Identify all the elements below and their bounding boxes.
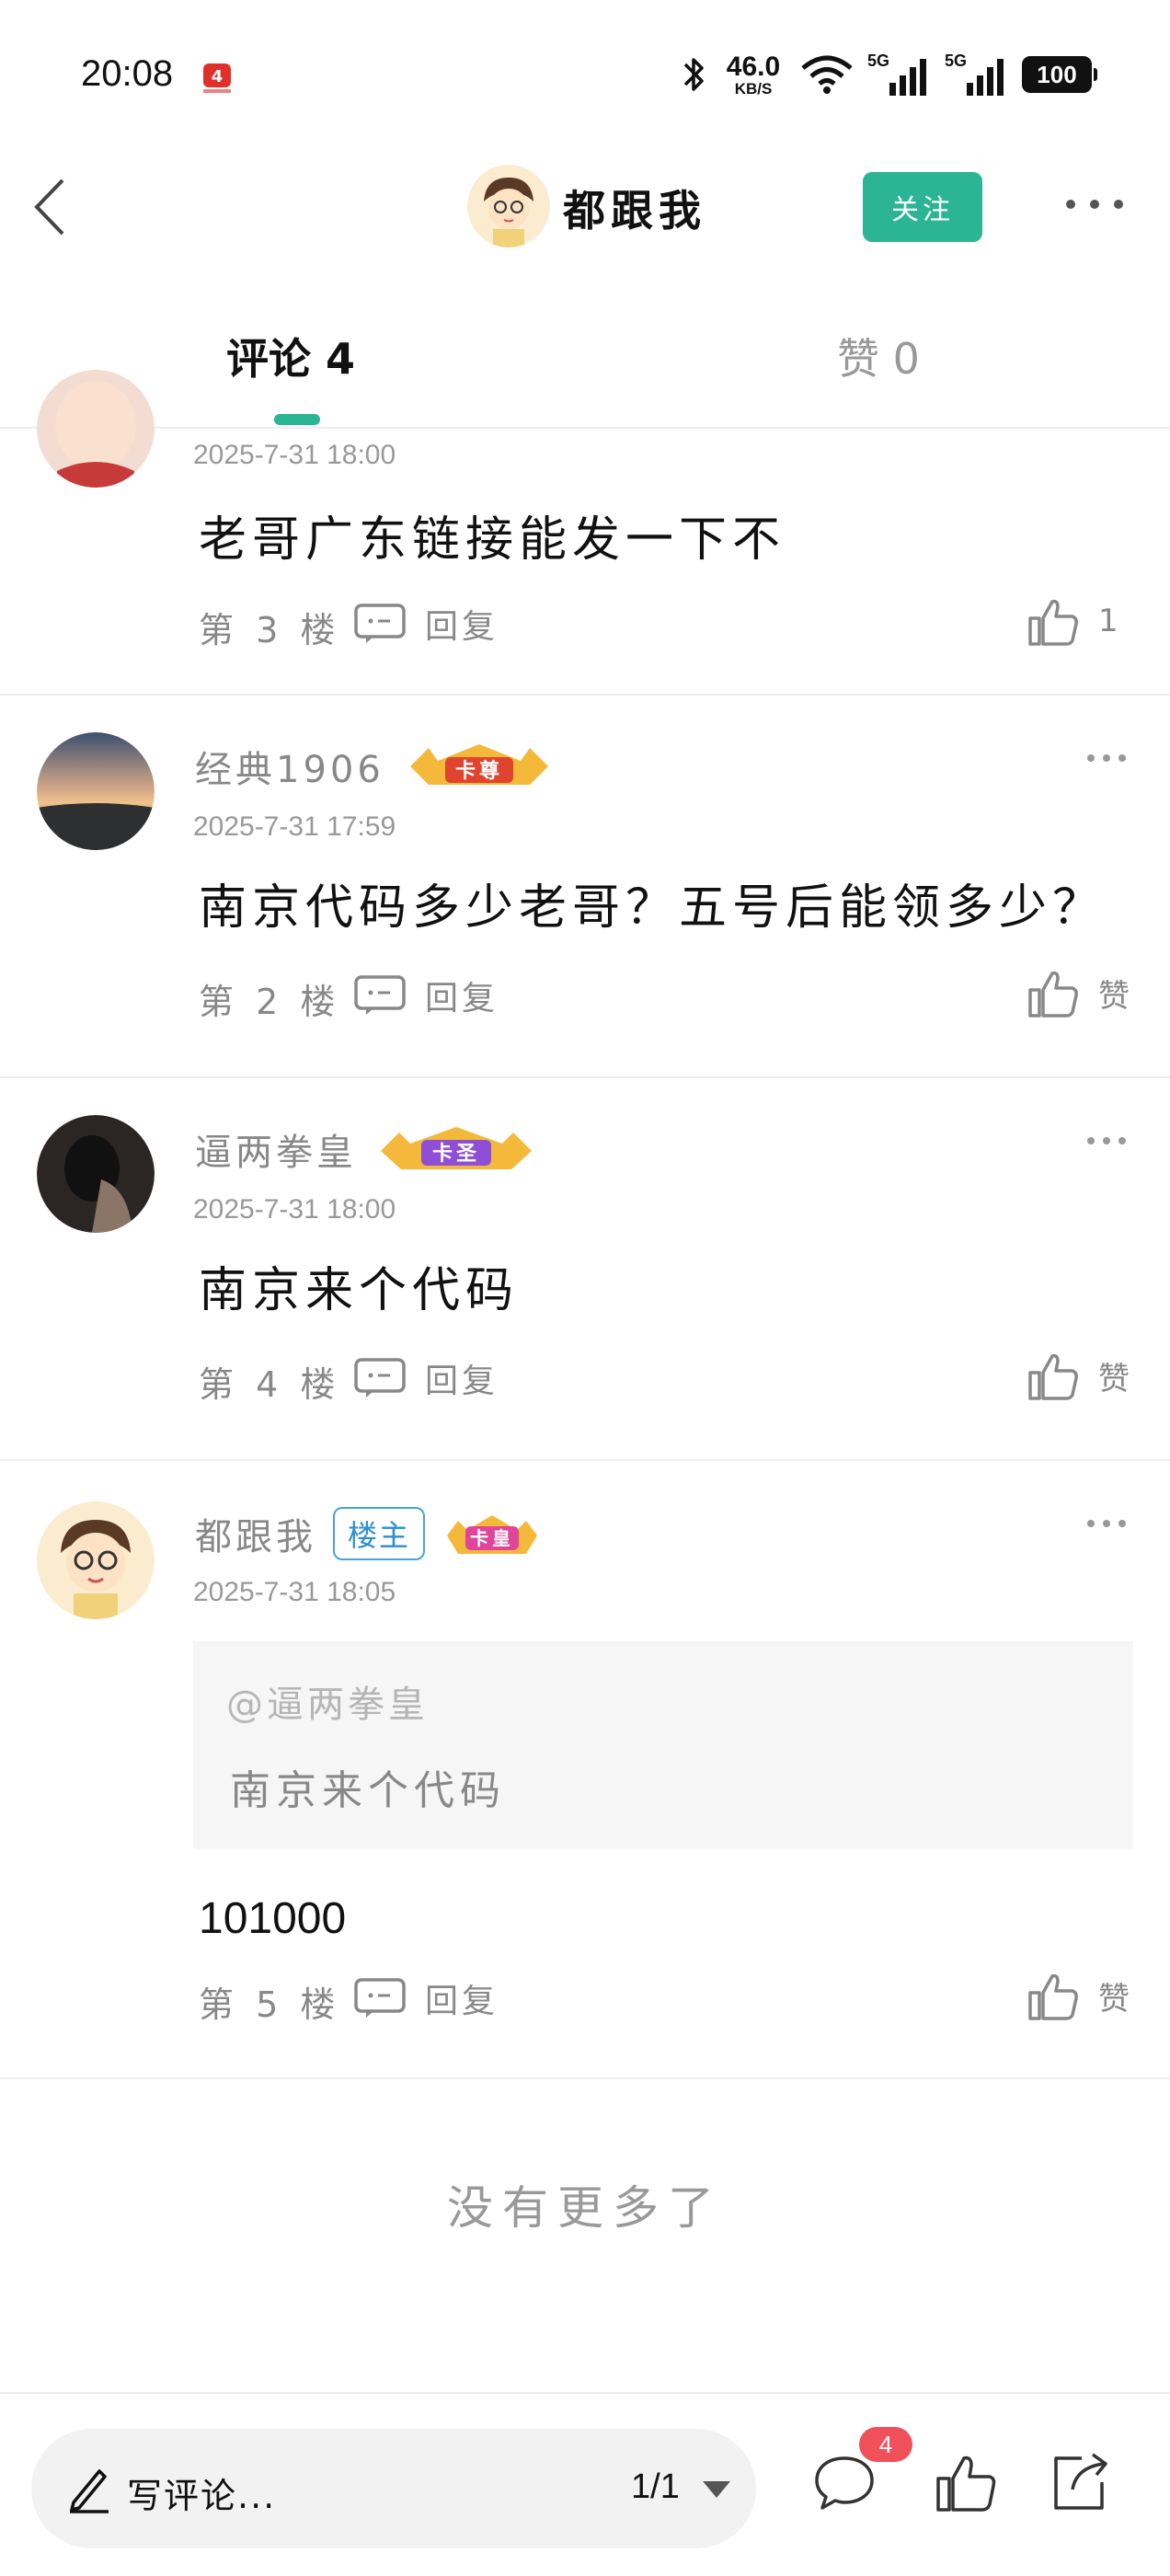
signal-icon: 5G xyxy=(867,52,932,96)
comment-text: 南京代码多少老哥？五号后能领多少？ xyxy=(199,880,1107,936)
comment-time: 2025-7-31 18:05 xyxy=(193,1577,396,1607)
comment-text: 101000 xyxy=(199,1894,347,1943)
wifi-icon xyxy=(801,55,853,94)
user-name[interactable]: 都跟我 xyxy=(195,1507,316,1560)
network-speed: 46.0 KB/S xyxy=(726,51,781,98)
avatar[interactable] xyxy=(37,370,155,488)
comment-options-icon[interactable] xyxy=(1085,1133,1128,1146)
share-icon[interactable] xyxy=(1045,2449,1111,2515)
thumbs-up-icon xyxy=(1028,1353,1078,1400)
comment-item: 经典1906 卡尊 2025-7-31 17:59 南京代码多少老哥？五号后能领… xyxy=(0,696,1170,1078)
battery-icon: 100 xyxy=(1022,56,1097,93)
like-button[interactable]: 赞 xyxy=(1027,1349,1130,1402)
user-name-row: 经典1906 卡尊 xyxy=(195,740,557,793)
rank-badge: 卡圣 xyxy=(381,1127,532,1169)
owner-tag: 楼主 xyxy=(333,1507,426,1560)
tab-bar: 评论 4 赞 0 xyxy=(0,304,1170,429)
floor-number: 第 3 楼 xyxy=(199,610,341,650)
avatar[interactable] xyxy=(37,732,155,850)
like-count: 1 xyxy=(1098,603,1118,639)
comment-list: 2025-7-31 18:00 老哥广东链接能发一下不 第 3 楼 回复 1 经… xyxy=(0,370,1170,2079)
follow-button[interactable]: 关注 xyxy=(863,172,982,242)
signal-icon-2: 5G xyxy=(945,52,1009,96)
comment-time: 2025-7-31 17:59 xyxy=(193,811,396,842)
comment-count-badge: 4 xyxy=(859,2427,912,2462)
reply-button[interactable]: 回复 xyxy=(353,600,499,648)
status-time: 20:08 xyxy=(81,53,174,94)
reply-icon xyxy=(354,975,406,1015)
like-button[interactable]: 赞 xyxy=(1027,1969,1130,2022)
no-more-text: 没有更多了 xyxy=(447,2181,723,2235)
avatar[interactable] xyxy=(37,1501,155,1619)
comment-options-icon[interactable] xyxy=(1085,1516,1128,1529)
avatar[interactable] xyxy=(37,1115,155,1233)
floor-number: 第 2 楼 xyxy=(199,982,341,1022)
like-button[interactable]: 赞 xyxy=(1027,966,1130,1019)
thumbs-up-icon xyxy=(1028,1973,1078,2020)
user-name[interactable]: 经典1906 xyxy=(195,740,384,793)
comment-text: 老哥广东链接能发一下不 xyxy=(199,512,786,568)
quote-text: 南京来个代码 xyxy=(230,1767,506,1814)
user-name[interactable]: 逼两拳皇 xyxy=(195,1122,357,1176)
back-arrow-icon[interactable] xyxy=(28,175,74,239)
bluetooth-icon xyxy=(683,58,704,91)
thumbs-up-icon xyxy=(1028,971,1078,1018)
like-button[interactable]: 1 xyxy=(1027,594,1118,648)
svg-text:4: 4 xyxy=(212,67,224,86)
reply-icon xyxy=(354,1358,406,1397)
comment-time: 2025-7-31 18:00 xyxy=(193,1194,396,1225)
user-name-row: 都跟我 楼主 卡皇 xyxy=(195,1507,543,1560)
bottom-bar: 写评论... 1/1 4 xyxy=(0,2392,1170,2576)
comment-options-icon[interactable] xyxy=(1085,751,1128,764)
rank-badge: 卡尊 xyxy=(409,744,548,785)
status-bar: 20:08 4 46.0 KB/S 5G 5G 100 xyxy=(0,0,1170,152)
comment-item: 逼两拳皇 卡圣 2025-7-31 18:00 南京来个代码 第 4 楼 回复 … xyxy=(0,1078,1170,1461)
thumbs-up-icon[interactable] xyxy=(933,2449,999,2515)
quote-mention[interactable]: @逼两拳皇 xyxy=(226,1674,429,1728)
svg-text:卡圣: 卡圣 xyxy=(432,1143,480,1166)
header: 都跟我 关注 xyxy=(0,152,1170,262)
active-tab-indicator xyxy=(274,414,320,425)
svg-text:卡尊: 卡尊 xyxy=(455,759,503,783)
comment-item: 2025-7-31 18:00 老哥广东链接能发一下不 第 3 楼 回复 1 xyxy=(0,370,1170,696)
comment-time: 2025-7-31 18:00 xyxy=(193,440,396,470)
chevron-down-icon[interactable] xyxy=(701,2479,732,2500)
author-avatar[interactable] xyxy=(467,165,550,247)
comment-text: 南京来个代码 xyxy=(199,1263,520,1318)
more-options-icon[interactable] xyxy=(1058,190,1131,218)
floor-number: 第 5 楼 xyxy=(199,1984,341,2025)
quoted-comment[interactable]: @逼两拳皇 南京来个代码 xyxy=(193,1641,1133,1849)
app-notification-icon: 4 xyxy=(203,63,231,93)
pencil-icon xyxy=(70,2469,109,2513)
comment-item: 都跟我 楼主 卡皇 2025-7-31 18:05 @逼两拳皇 南京来个代码 1… xyxy=(0,1461,1170,2079)
reply-icon xyxy=(354,1978,406,2018)
tab-likes[interactable]: 赞 0 xyxy=(837,326,920,386)
author-name[interactable]: 都跟我 xyxy=(563,178,706,238)
floor-number: 第 4 楼 xyxy=(199,1364,341,1405)
thumbs-up-icon xyxy=(1028,599,1078,646)
comment-input[interactable]: 写评论... 1/1 xyxy=(31,2429,756,2548)
comment-placeholder: 写评论... xyxy=(127,2476,277,2516)
reply-button[interactable]: 回复 xyxy=(353,972,499,1019)
page-indicator[interactable]: 1/1 xyxy=(631,2467,680,2507)
rank-badge: 卡皇 xyxy=(447,1515,538,1554)
reply-button[interactable]: 回复 xyxy=(353,1974,499,2022)
tab-comments[interactable]: 评论 4 xyxy=(226,326,355,386)
svg-text:卡皇: 卡皇 xyxy=(470,1527,514,1549)
reply-icon xyxy=(354,604,406,643)
reply-button[interactable]: 回复 xyxy=(353,1354,499,1402)
user-name-row: 逼两拳皇 卡圣 xyxy=(195,1122,539,1176)
